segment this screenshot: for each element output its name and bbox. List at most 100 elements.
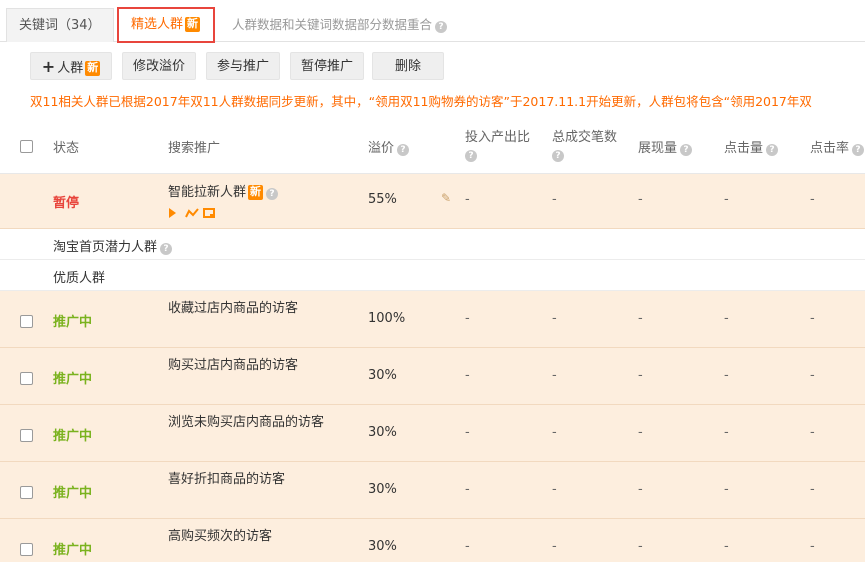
update-notice: 双11相关人群已根据2017年双11人群数据同步更新，其中，“领用双11购物券的… <box>30 94 812 109</box>
impressions-value: - <box>638 192 643 207</box>
col-roi-label: 投入产出比 <box>465 130 531 145</box>
col-impressions-label: 展现量 <box>638 141 678 156</box>
impressions-value: - <box>638 425 643 440</box>
orders-value: - <box>552 539 557 554</box>
roi-value: - <box>465 539 470 554</box>
clicks-value: - <box>724 425 729 440</box>
delete-button[interactable]: 删除 <box>372 52 444 80</box>
impressions-value: - <box>638 311 643 326</box>
col-clicks: 点击量? <box>724 137 779 156</box>
add-audience-button[interactable]: + 人群新 <box>30 52 112 80</box>
edit-pencil-icon[interactable]: ✎ <box>441 191 451 205</box>
trend-icon[interactable] <box>185 208 199 218</box>
orders-value: - <box>552 192 557 207</box>
join-promotion-label: 参与推广 <box>216 59 269 74</box>
help-icon[interactable]: ? <box>852 144 865 156</box>
table-row-smart: 暂停 智能拉新人群新? 55% ✎ - - - - - <box>0 174 865 229</box>
col-impressions: 展现量? <box>638 137 693 156</box>
ctr-value: - <box>810 311 815 326</box>
modify-premium-label: 修改溢价 <box>132 59 185 74</box>
premium-value: 30% <box>368 368 397 383</box>
col-orders: 总成交笔数? <box>552 126 617 162</box>
col-status: 状态 <box>53 141 80 156</box>
clicks-value: - <box>724 539 729 554</box>
play-icon[interactable] <box>169 208 176 218</box>
select-all-checkbox[interactable] <box>20 140 33 153</box>
ctr-value: - <box>810 425 815 440</box>
table-row: 推广中 高购买频次的访客 30% - - - - - <box>0 519 865 562</box>
clicks-value: - <box>724 192 729 207</box>
orders-value: - <box>552 425 557 440</box>
help-icon[interactable]: ? <box>766 144 779 156</box>
tab-keywords[interactable]: 关键词（34） <box>6 8 114 42</box>
col-search: 搜索推广 <box>168 141 221 156</box>
row-checkbox[interactable] <box>20 486 33 499</box>
clicks-value: - <box>724 368 729 383</box>
help-icon[interactable]: ? <box>552 150 564 162</box>
col-orders-label: 总成交笔数 <box>552 130 618 145</box>
table-header: 状态 搜索推广 溢价? 投入产出比? 总成交笔数? 展现量? 点击量? 点击率? <box>0 118 865 174</box>
premium-value: 100% <box>368 311 406 326</box>
status-badge: 推广中 <box>53 486 93 501</box>
table-row: 推广中 收藏过店内商品的访客 100% - - - - - <box>0 291 865 348</box>
orders-value: - <box>552 368 557 383</box>
table-row: 推广中 喜好折扣商品的访客 30% - - - - - <box>0 462 865 519</box>
pause-promotion-button[interactable]: 暂停推广 <box>290 52 364 80</box>
tab-selected-audiences[interactable]: 精选人群新 <box>117 7 215 43</box>
col-premium-label: 溢价 <box>368 141 395 156</box>
roi-value: - <box>465 482 470 497</box>
action-icons-svg <box>169 208 215 218</box>
tab-bar: 关键词（34） 精选人群新 人群数据和关键词数据部分数据重合? <box>0 0 865 43</box>
audience-name: 喜好折扣商品的访客 <box>168 472 286 487</box>
tab-keywords-label: 关键词（34） <box>19 18 101 33</box>
audience-name: 智能拉新人群新? <box>168 181 279 200</box>
row-checkbox[interactable] <box>20 315 33 328</box>
group-label: 优质人群 <box>53 271 106 286</box>
audience-name: 购买过店内商品的访客 <box>168 358 299 373</box>
modify-premium-button[interactable]: 修改溢价 <box>122 52 196 80</box>
help-icon[interactable]: ? <box>680 144 693 156</box>
roi-value: - <box>465 368 470 383</box>
status-badge: 推广中 <box>53 315 93 330</box>
help-icon[interactable]: ? <box>435 21 448 33</box>
group-label-text: 淘宝首页潜力人群 <box>53 240 158 255</box>
impressions-value: - <box>638 368 643 383</box>
row-checkbox[interactable] <box>20 372 33 385</box>
row-checkbox[interactable] <box>20 543 33 556</box>
help-icon[interactable]: ? <box>465 150 477 162</box>
roi-value: - <box>465 425 470 440</box>
col-ctr-label: 点击率 <box>810 141 850 156</box>
group-row-quality: 优质人群 <box>0 260 865 291</box>
help-icon[interactable]: ? <box>397 144 410 156</box>
row-checkbox[interactable] <box>20 429 33 442</box>
help-icon[interactable]: ? <box>266 188 279 200</box>
status-badge: 推广中 <box>53 372 93 387</box>
audience-name: 浏览未购买店内商品的访客 <box>168 415 325 430</box>
col-clicks-label: 点击量 <box>724 141 764 156</box>
premium-value: 30% <box>368 539 397 554</box>
new-badge: 新 <box>248 185 264 200</box>
add-audience-label: 人群 <box>57 61 84 76</box>
clicks-value: - <box>724 482 729 497</box>
orders-value: - <box>552 311 557 326</box>
group-label: 淘宝首页潜力人群? <box>53 236 173 255</box>
new-badge: 新 <box>185 17 201 32</box>
table-row: 推广中 购买过店内商品的访客 30% - - - - - <box>0 348 865 405</box>
status-badge: 推广中 <box>53 429 93 444</box>
merge-hint: 人群数据和关键词数据部分数据重合? <box>232 8 448 42</box>
join-promotion-button[interactable]: 参与推广 <box>206 52 280 80</box>
roi-value: - <box>465 311 470 326</box>
audience-name: 高购买频次的访客 <box>168 529 273 544</box>
impressions-value: - <box>638 482 643 497</box>
impressions-value: - <box>638 539 643 554</box>
premium-value: 55% <box>368 192 397 207</box>
col-ctr: 点击率? <box>810 137 865 156</box>
ctr-value: - <box>810 368 815 383</box>
help-icon[interactable]: ? <box>160 243 173 255</box>
audience-name-label: 智能拉新人群 <box>168 185 247 200</box>
table-row: 推广中 浏览未购买店内商品的访客 30% - - - - - <box>0 405 865 462</box>
status-badge: 推广中 <box>53 543 93 558</box>
status-badge: 暂停 <box>53 196 80 211</box>
roi-value: - <box>465 192 470 207</box>
audience-name: 收藏过店内商品的访客 <box>168 301 299 316</box>
